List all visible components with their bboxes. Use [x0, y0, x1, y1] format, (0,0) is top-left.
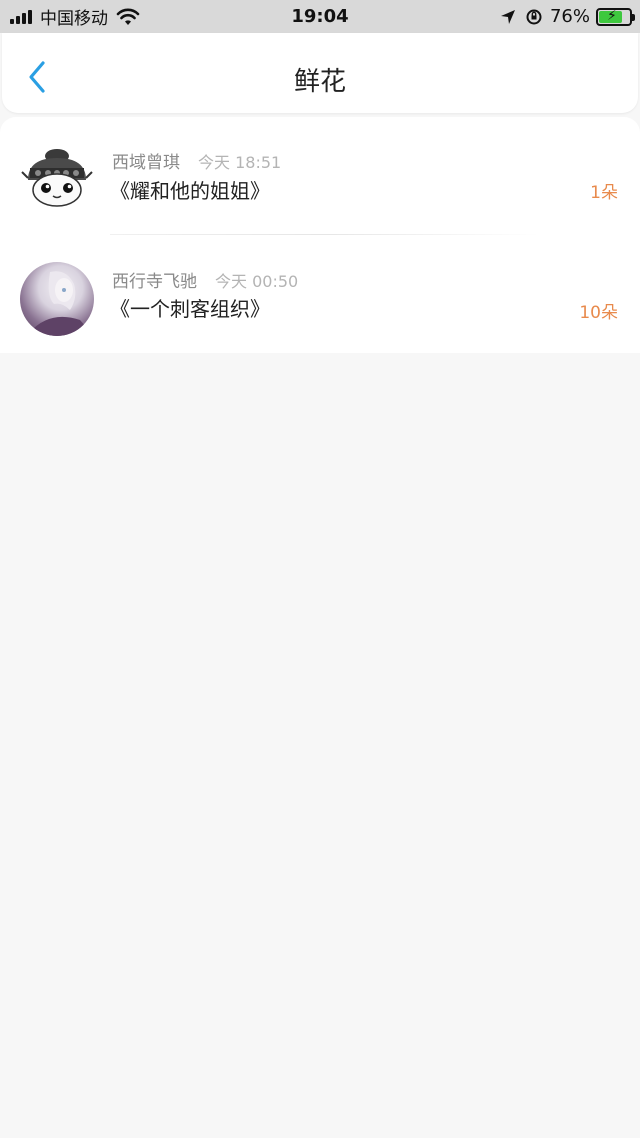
flower-count: 10朵 — [579, 303, 618, 323]
location-icon — [500, 9, 515, 24]
battery-percent: 76% — [549, 6, 590, 27]
user-name[interactable]: 西域曾琪 — [112, 148, 180, 173]
navigation-bar: 鲜花 — [2, 33, 638, 113]
avatar[interactable] — [20, 262, 94, 336]
status-bar: 中国移动 19:04 76% ⚡ — [0, 0, 640, 33]
list-item[interactable]: 西域曾琪 今天 18:51 《耀和他的姐姐》 1朵 — [0, 117, 640, 235]
battery-charging-icon: ⚡ — [596, 7, 635, 26]
anime-avatar-icon — [20, 271, 94, 336]
flower-list: 西域曾琪 今天 18:51 《耀和他的姐姐》 1朵 西行寺飞驰 今天 00:50… — [0, 117, 640, 353]
item-meta: 西行寺飞驰 今天 00:50 — [112, 267, 298, 292]
list-item[interactable]: 西行寺飞驰 今天 00:50 《一个刺客组织》 10朵 — [0, 235, 640, 353]
status-right: 76% ⚡ — [500, 0, 635, 33]
avatar[interactable] — [20, 138, 94, 212]
book-title[interactable]: 《耀和他的姐姐》 — [110, 175, 270, 204]
rotation-lock-icon — [526, 9, 542, 24]
item-meta: 西域曾琪 今天 18:51 — [112, 148, 281, 173]
timestamp: 今天 00:50 — [215, 272, 299, 291]
user-name[interactable]: 西行寺飞驰 — [112, 267, 197, 292]
page-title: 鲜花 — [293, 67, 346, 97]
flower-count: 1朵 — [590, 183, 618, 203]
timestamp: 今天 18:51 — [198, 153, 282, 172]
book-title[interactable]: 《一个刺客组织》 — [110, 293, 270, 322]
cartoon-avatar-icon — [20, 138, 94, 212]
